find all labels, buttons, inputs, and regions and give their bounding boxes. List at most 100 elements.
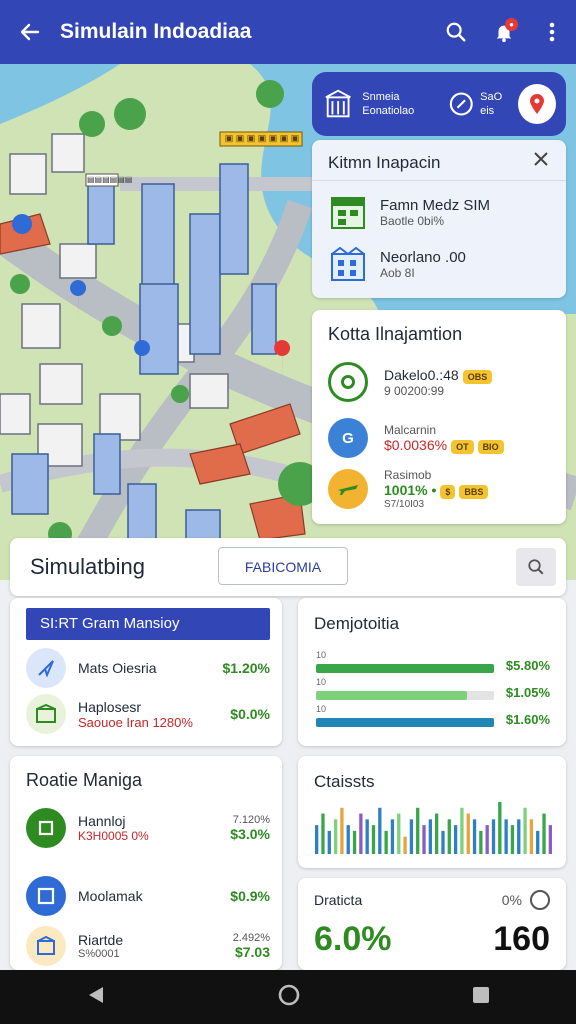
chart-bar (472, 819, 477, 854)
status-badge: BIO (477, 439, 504, 454)
list-item[interactable]: Moolamak $0.9% (26, 876, 270, 916)
chart-bar (441, 830, 445, 854)
compass-icon[interactable] (448, 90, 475, 118)
list-item-title: Moolamak (78, 888, 143, 904)
chart-bar (435, 813, 439, 854)
list-item-sub: Saouoe Iran 1280% (78, 714, 193, 730)
triangle-back-icon (89, 986, 103, 1003)
status-badge: OT (451, 439, 474, 454)
list-item[interactable]: Riartde S%0001 2.492% $7.03 (26, 926, 270, 966)
chart-bar (453, 825, 458, 854)
chart-bar (352, 830, 357, 854)
panel-d-title: Ctaissts (314, 772, 375, 791)
avatar[interactable] (518, 84, 556, 124)
more-menu-button[interactable] (528, 0, 576, 64)
help-icon[interactable] (530, 890, 550, 910)
list-item-side: 7.120% (232, 814, 270, 826)
chart-bar (485, 825, 489, 854)
list-item[interactable]: Hannloj K3H0005 0% 7.120% $3.0% (26, 808, 270, 848)
more-vert-icon (549, 22, 555, 42)
notification-badge: ● (505, 18, 518, 31)
nav-home-button[interactable] (277, 983, 301, 1012)
airplane-icon (328, 469, 368, 509)
list-item[interactable]: Mats Oiesria $1.20% (26, 648, 270, 688)
status-badge: BBS (459, 485, 489, 499)
panel-a: SI:RT Gram Mansioy Mats Oiesria $1.20% H… (10, 598, 282, 746)
panel-c: Roatie Maniga Hannloj K3H0005 0% 7.120% … (10, 756, 282, 970)
chart-bar (365, 819, 369, 854)
bar-label: 10 (316, 704, 327, 714)
nav-back-button[interactable] (85, 984, 107, 1011)
list-item-title: Riartde (78, 932, 124, 948)
info-item-value: 9 00200:99 (384, 383, 445, 398)
chart-bar (340, 807, 344, 854)
info-item-value: 1001% • (384, 482, 437, 498)
chart-bar (384, 830, 388, 854)
circle-home-icon (278, 984, 300, 1005)
panel-c-title: Roatie Maniga (26, 770, 143, 790)
info-item-value: $0.0036% (384, 436, 448, 453)
map-overlay-toolbar[interactable]: Snmeia Eonatiolao SaO eis (312, 72, 566, 136)
info-item[interactable]: G Malcarnin $0.0036% OT BIO (328, 418, 504, 458)
search-icon (446, 22, 466, 42)
bar-chart (315, 802, 552, 854)
chart-bar (321, 813, 325, 854)
panel-a-header-button[interactable]: SI:RT Gram Mansioy (26, 608, 270, 640)
inspection-title: Kitmn Inapacin (328, 153, 441, 172)
list-item-sub: K3H0005 0% (78, 829, 149, 843)
info-title: Kotta Ilnajamtion (328, 324, 463, 344)
location-pin-icon (530, 94, 545, 114)
notifications-button[interactable]: ● (480, 0, 528, 64)
inspection-item[interactable]: Famn Medz SIM Baotle 0bi% (328, 192, 490, 232)
map-overlay-text: Snmeia Eonatiolao (362, 90, 447, 118)
chart-bar (523, 807, 527, 854)
package-icon (26, 926, 66, 966)
info-item-title: Dakelo0.:48 (384, 366, 459, 383)
chart-bar (460, 807, 464, 854)
info-item-title: Rasimob (384, 468, 432, 482)
info-item-sub: S7/10I03 (384, 499, 425, 510)
app-title: Simulain Indoadiaa (60, 20, 252, 43)
map-overlay-text-2: SaO eis (480, 90, 518, 118)
panel-e-title: Draticta (314, 892, 363, 908)
inspection-item-sub: Baotle 0bi% (380, 213, 445, 228)
back-button[interactable] (0, 0, 60, 64)
nav-recents-button[interactable] (471, 985, 491, 1010)
chart-bar (422, 825, 426, 854)
chart-bar (466, 813, 470, 854)
chart-bar (371, 825, 376, 854)
chart-bar (536, 830, 540, 854)
chart-bar (315, 825, 319, 854)
info-item-title: Malcarnin (384, 422, 437, 437)
panel-e: Draticta 0% 6.0% 160 (298, 878, 566, 970)
city-block-icon (331, 246, 365, 281)
search-button[interactable] (432, 0, 480, 64)
bar-label: 10 (316, 650, 327, 660)
target-icon (328, 362, 368, 402)
cube-icon (26, 876, 66, 916)
panel-b-title: Demjotoitia (314, 614, 400, 633)
info-item[interactable]: Dakelo0.:48 OBS 9 00200:99 (328, 362, 493, 402)
section-search-button[interactable] (516, 548, 556, 586)
status-badge: $ (440, 485, 456, 499)
progress-fill (316, 718, 494, 727)
chart-bar (447, 819, 451, 854)
section-title: Simulatbing (30, 554, 145, 579)
building-icon (325, 89, 351, 118)
map-small-tag: ▤▤▤▤▤▤ (87, 175, 133, 184)
inspection-item[interactable]: Neorlano .00 Aob 8I (328, 244, 466, 284)
list-item-title: Haplosesr (78, 698, 142, 715)
close-button[interactable] (532, 150, 550, 173)
box-icon (26, 694, 66, 734)
chart-bar (504, 819, 508, 854)
list-item-value: $0.9% (230, 888, 270, 904)
chart-bar (498, 802, 502, 854)
tab-fabicomia[interactable]: FABICOMIA (218, 547, 348, 585)
status-badge: OBS (462, 369, 493, 384)
inspection-card: Kitmn Inapacin Famn Medz SIM Baotle 0bi%… (312, 140, 566, 298)
inspection-item-title: Famn Medz SIM (380, 196, 491, 214)
map-tag-label: ▣ ▣ ▣ ▣ ▣ ▣ ▣ (224, 133, 300, 143)
chart-bar (403, 836, 407, 854)
list-item[interactable]: Haplosesr Saouoe Iran 1280% $0.0% (26, 694, 270, 734)
info-item[interactable]: Rasimob 1001% • $ BBS S7/10I03 (328, 468, 489, 510)
